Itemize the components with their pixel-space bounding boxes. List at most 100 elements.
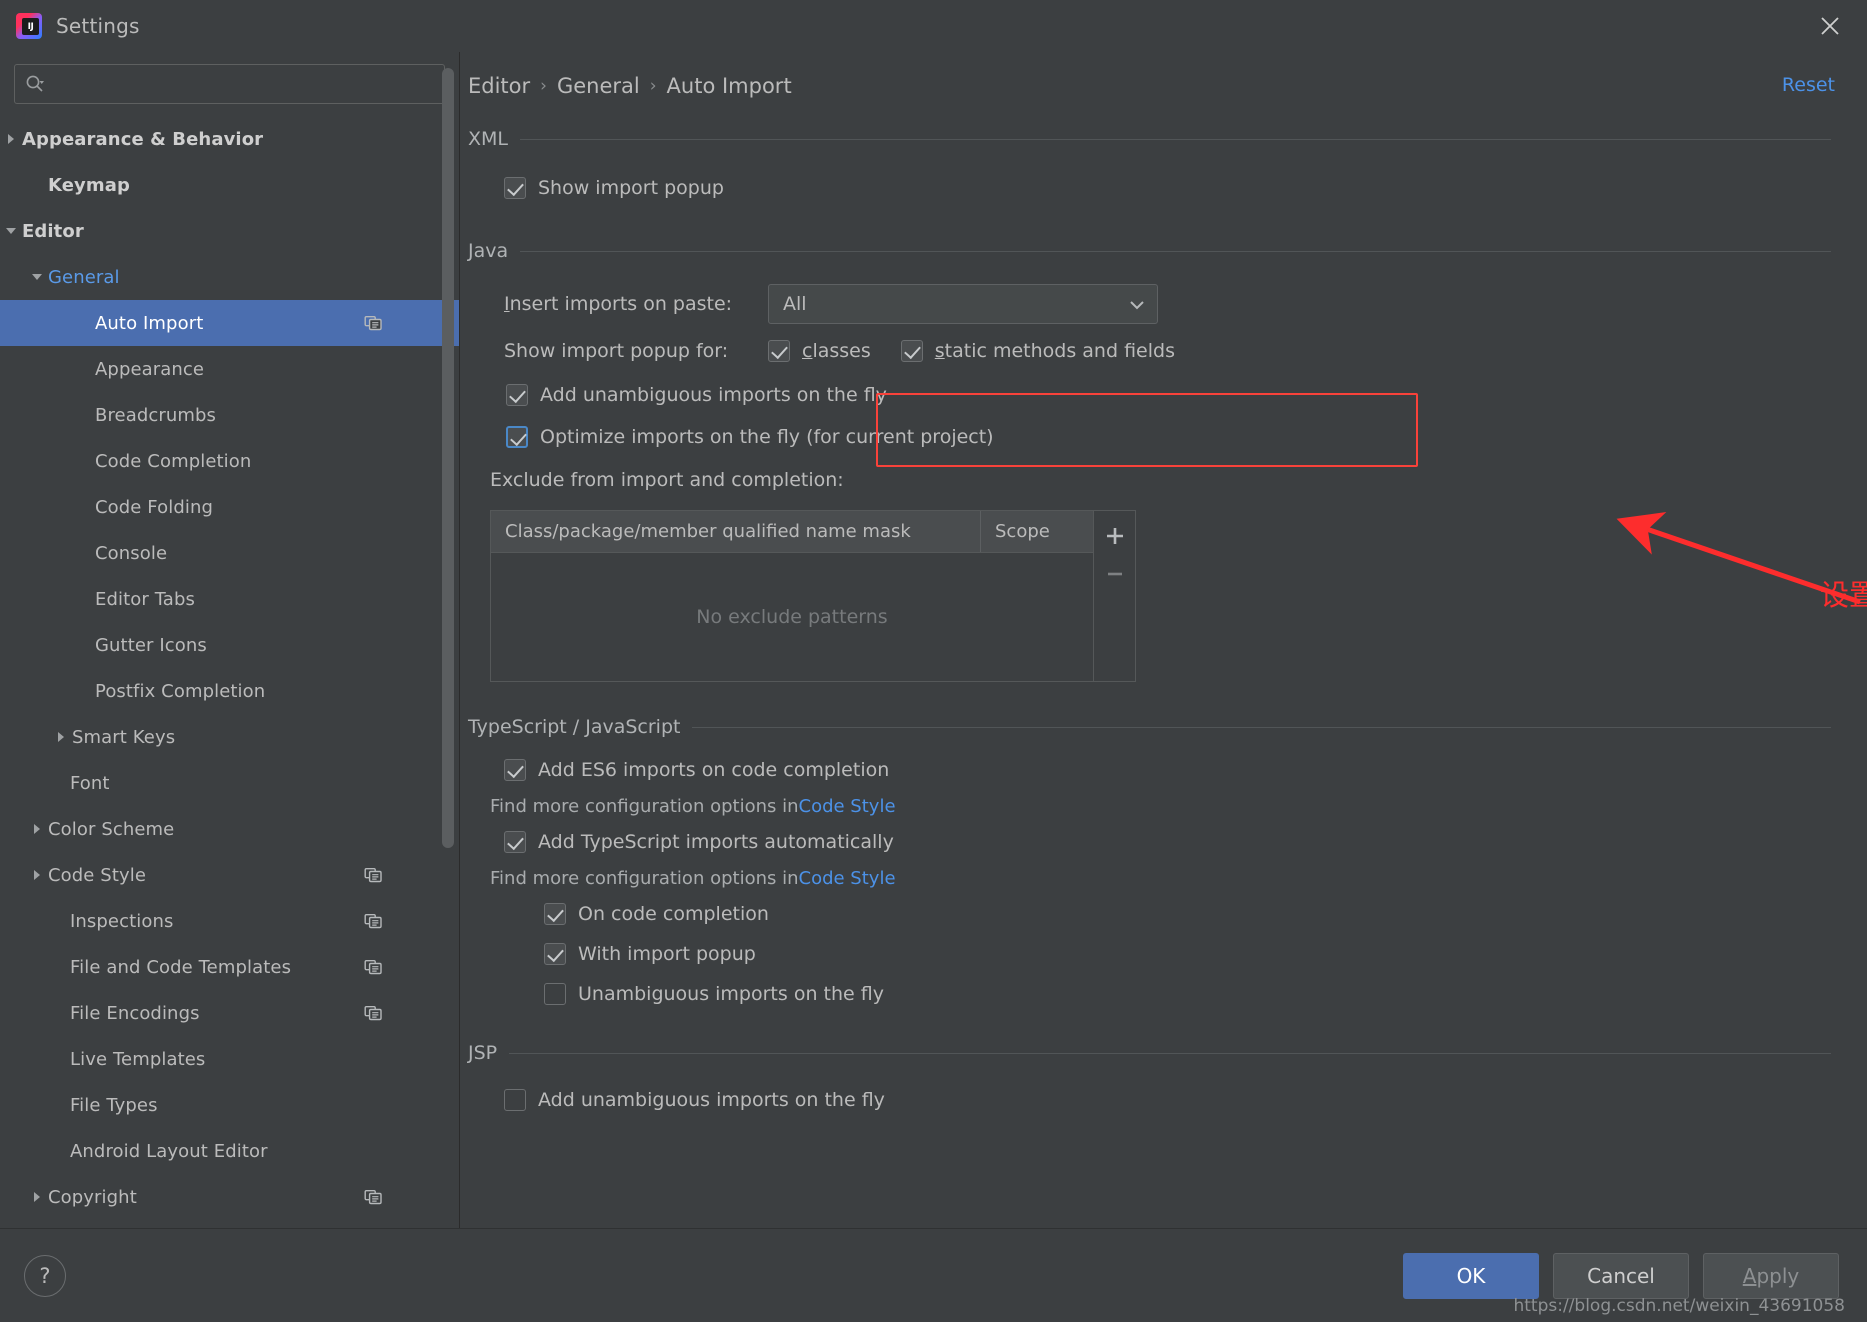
sidebar-item-breadcrumbs[interactable]: Breadcrumbs (0, 392, 459, 438)
copy-settings-icon[interactable] (364, 314, 383, 333)
sidebar-item-android-layout-editor[interactable]: Android Layout Editor (0, 1128, 459, 1174)
sidebar-item-label: Console (95, 542, 168, 564)
add-unambiguous-imports-checkbox[interactable] (506, 384, 528, 406)
chevron-down-icon[interactable] (0, 224, 22, 238)
add-typescript-imports-checkbox[interactable] (504, 831, 526, 853)
chevron-right-icon[interactable] (0, 132, 22, 146)
exclude-table-body[interactable]: No exclude patterns (491, 553, 1093, 681)
with-import-popup-checkbox[interactable] (544, 943, 566, 965)
ok-button[interactable]: OK (1403, 1252, 1539, 1299)
add-es6-imports-checkbox[interactable] (504, 759, 526, 781)
jsp-add-unambiguous-row[interactable]: Add unambiguous imports on the fly (460, 1080, 1867, 1120)
empty-state-message: No exclude patterns (696, 606, 888, 628)
add-unambiguous-imports-row[interactable]: Add unambiguous imports on the fly (460, 374, 1867, 416)
column-header-scope[interactable]: Scope (981, 511, 1093, 552)
sidebar-item-smart-keys[interactable]: Smart Keys (0, 714, 459, 760)
remove-pattern-button[interactable] (1097, 555, 1133, 593)
insert-imports-row: Insert imports on paste: All (460, 280, 1867, 328)
sidebar-item-auto-import[interactable]: Auto Import (0, 300, 459, 346)
chevron-right-icon[interactable] (26, 868, 48, 882)
optimize-imports-row[interactable]: Optimize imports on the fly (for current… (460, 416, 1867, 458)
xml-show-import-popup-checkbox[interactable] (504, 177, 526, 199)
annotation-text: 设置后会自动导包 (1820, 578, 1867, 612)
settings-main-panel: Editor › General › Auto Import Reset XML… (460, 52, 1867, 1228)
section-typescript-javascript: TypeScript / JavaScript Add ES6 imports … (460, 716, 1867, 1014)
sidebar-item-inspections[interactable]: Inspections (0, 898, 459, 944)
sidebar-item-copyright[interactable]: Copyright (0, 1174, 459, 1220)
optimize-imports-checkbox[interactable] (506, 426, 528, 448)
chevron-right-icon[interactable] (26, 822, 48, 836)
sidebar-item-font[interactable]: Font (0, 760, 459, 806)
sidebar-item-label: Inspections (70, 910, 174, 932)
close-icon[interactable] (1813, 9, 1847, 43)
insert-imports-select[interactable]: All (768, 284, 1158, 324)
sidebar-item-live-templates[interactable]: Live Templates (0, 1036, 459, 1082)
sidebar-item-color-scheme[interactable]: Color Scheme (0, 806, 459, 852)
breadcrumb-separator: › (540, 76, 547, 96)
search-box[interactable] (14, 64, 445, 104)
cancel-button[interactable]: Cancel (1553, 1252, 1689, 1299)
sidebar-item-console[interactable]: Console (0, 530, 459, 576)
on-code-completion-checkbox[interactable] (544, 903, 566, 925)
sidebar-item-label: Editor (22, 220, 84, 242)
breadcrumb: Editor › General › Auto Import (460, 52, 1867, 98)
copy-settings-icon[interactable] (364, 958, 383, 977)
sidebar-item-general[interactable]: General (0, 254, 459, 300)
sidebar-item-postfix-completion[interactable]: Postfix Completion (0, 668, 459, 714)
add-typescript-imports-label: Add TypeScript imports automatically (538, 831, 894, 853)
sidebar-item-code-folding[interactable]: Code Folding (0, 484, 459, 530)
sidebar-item-gutter-icons[interactable]: Gutter Icons (0, 622, 459, 668)
chevron-right-icon[interactable] (26, 1190, 48, 1204)
sidebar-item-keymap[interactable]: Keymap (0, 162, 459, 208)
sidebar-item-code-completion[interactable]: Code Completion (0, 438, 459, 484)
settings-sidebar: Appearance & Behavior Keymap Editor General… (0, 52, 460, 1228)
sidebar-item-label: Code Style (48, 864, 147, 886)
on-code-completion-row[interactable]: On code completion (460, 894, 1867, 934)
column-header-mask[interactable]: Class/package/member qualified name mask (491, 511, 981, 552)
search-input[interactable] (51, 75, 434, 93)
add-es6-imports-row[interactable]: Add ES6 imports on code completion (460, 750, 1867, 790)
chevron-down-icon[interactable] (26, 270, 48, 284)
section-title: XML (468, 128, 508, 150)
copy-settings-icon[interactable] (364, 912, 383, 931)
code-style-link-2[interactable]: Code Style (799, 868, 896, 889)
help-button[interactable]: ? (24, 1254, 66, 1297)
add-typescript-imports-row[interactable]: Add TypeScript imports automatically (460, 822, 1867, 862)
breadcrumb-item-general[interactable]: General (557, 74, 640, 98)
sidebar-item-code-style[interactable]: Code Style (0, 852, 459, 898)
code-style-link-1[interactable]: Code Style (799, 796, 896, 817)
breadcrumb-item-editor[interactable]: Editor (468, 74, 530, 98)
settings-tree[interactable]: Appearance & Behavior Keymap Editor General… (0, 114, 459, 1228)
sidebar-item-label: Postfix Completion (95, 680, 266, 702)
chevron-right-icon[interactable] (50, 730, 72, 744)
sidebar-item-file-encodings[interactable]: File Encodings (0, 990, 459, 1036)
sidebar-item-label: Live Templates (70, 1048, 206, 1070)
with-import-popup-row[interactable]: With import popup (460, 934, 1867, 974)
reset-link[interactable]: Reset (1782, 74, 1835, 96)
popup-static-members-checkbox[interactable] (900, 340, 923, 362)
popup-classes-checkbox[interactable] (768, 340, 790, 362)
sidebar-scrollbar[interactable] (442, 68, 454, 848)
section-title: JSP (468, 1042, 498, 1064)
sidebar-item-label: File Encodings (70, 1002, 200, 1024)
sidebar-item-file-types[interactable]: File Types (0, 1082, 459, 1128)
section-divider (520, 138, 1831, 140)
apply-button[interactable]: Apply (1703, 1252, 1839, 1299)
sidebar-item-file-and-code-templates[interactable]: File and Code Templates (0, 944, 459, 990)
jsp-add-unambiguous-checkbox[interactable] (504, 1089, 526, 1111)
exclude-table-toolbar (1093, 511, 1135, 681)
copy-settings-icon[interactable] (364, 1188, 383, 1207)
sidebar-item-editor-tabs[interactable]: Editor Tabs (0, 576, 459, 622)
intellij-logo-icon: IJ (16, 13, 42, 39)
copy-settings-icon[interactable] (364, 1004, 383, 1023)
sidebar-item-appearance-behavior[interactable]: Appearance & Behavior (0, 116, 459, 162)
hint-prefix-1: Find more configuration options in (490, 795, 799, 817)
add-pattern-button[interactable] (1097, 517, 1133, 555)
unambiguous-imports-on-fly-checkbox[interactable] (544, 983, 566, 1005)
xml-show-import-popup-row[interactable]: Show import popup (460, 168, 1867, 208)
unambiguous-imports-on-fly-row[interactable]: Unambiguous imports on the fly (460, 974, 1867, 1014)
sidebar-item-editor[interactable]: Editor (0, 208, 459, 254)
copy-settings-icon[interactable] (364, 866, 383, 885)
dialog-body: Appearance & Behavior Keymap Editor General… (0, 52, 1867, 1228)
sidebar-item-appearance[interactable]: Appearance (0, 346, 459, 392)
